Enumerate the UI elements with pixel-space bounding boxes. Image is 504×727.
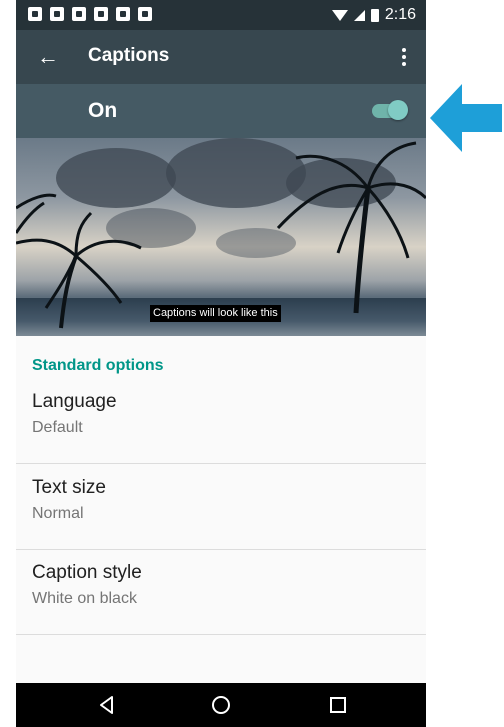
pref-title: Language: [32, 391, 117, 412]
notification-icons: [28, 7, 152, 21]
page-title: Captions: [88, 45, 170, 66]
wifi-icon: [331, 9, 348, 21]
signal-icon: [353, 9, 365, 21]
pref-title: Text size: [32, 477, 106, 498]
toggle-thumb: [388, 100, 408, 120]
section-header: Standard options: [32, 357, 164, 374]
navigation-bar: [16, 683, 426, 727]
flipboard-icon: [50, 7, 64, 21]
youtube-icon: [116, 7, 130, 21]
app-toolbar: ← Captions: [16, 30, 426, 84]
pref-text-size[interactable]: Text size Normal: [16, 464, 426, 550]
caption-sample-text: Captions will look like this: [150, 305, 281, 322]
caption-preview: Captions will look like this: [16, 138, 426, 336]
pref-language[interactable]: Language Default: [16, 378, 426, 464]
recents-square-icon[interactable]: [326, 693, 350, 717]
master-switch-bar[interactable]: On: [16, 84, 426, 138]
flipboard-icon: [138, 7, 152, 21]
arrow-left-icon[interactable]: ←: [34, 43, 62, 71]
gallery-icon: [94, 7, 108, 21]
pref-caption-style[interactable]: Caption style White on black: [16, 549, 426, 635]
flipboard-icon: [28, 7, 42, 21]
more-vert-icon[interactable]: [394, 43, 414, 71]
clock: 2:16: [384, 6, 416, 23]
pref-title: Caption style: [32, 562, 142, 583]
status-bar: 2:16: [16, 0, 426, 30]
back-triangle-icon[interactable]: [95, 693, 119, 717]
system-status: 2:16: [331, 6, 416, 24]
switch-label: On: [88, 99, 118, 122]
pref-summary: White on black: [32, 590, 137, 607]
battery-icon: [370, 8, 379, 22]
master-switch-toggle[interactable]: [372, 100, 408, 120]
gmail-icon: [72, 7, 86, 21]
pref-summary: Normal: [32, 505, 84, 522]
home-circle-icon[interactable]: [209, 693, 233, 717]
annotation-arrow-icon: [430, 84, 502, 152]
phone-screen: 2:16 ← Captions On Captions will look li…: [16, 0, 426, 727]
pref-summary: Default: [32, 419, 83, 436]
